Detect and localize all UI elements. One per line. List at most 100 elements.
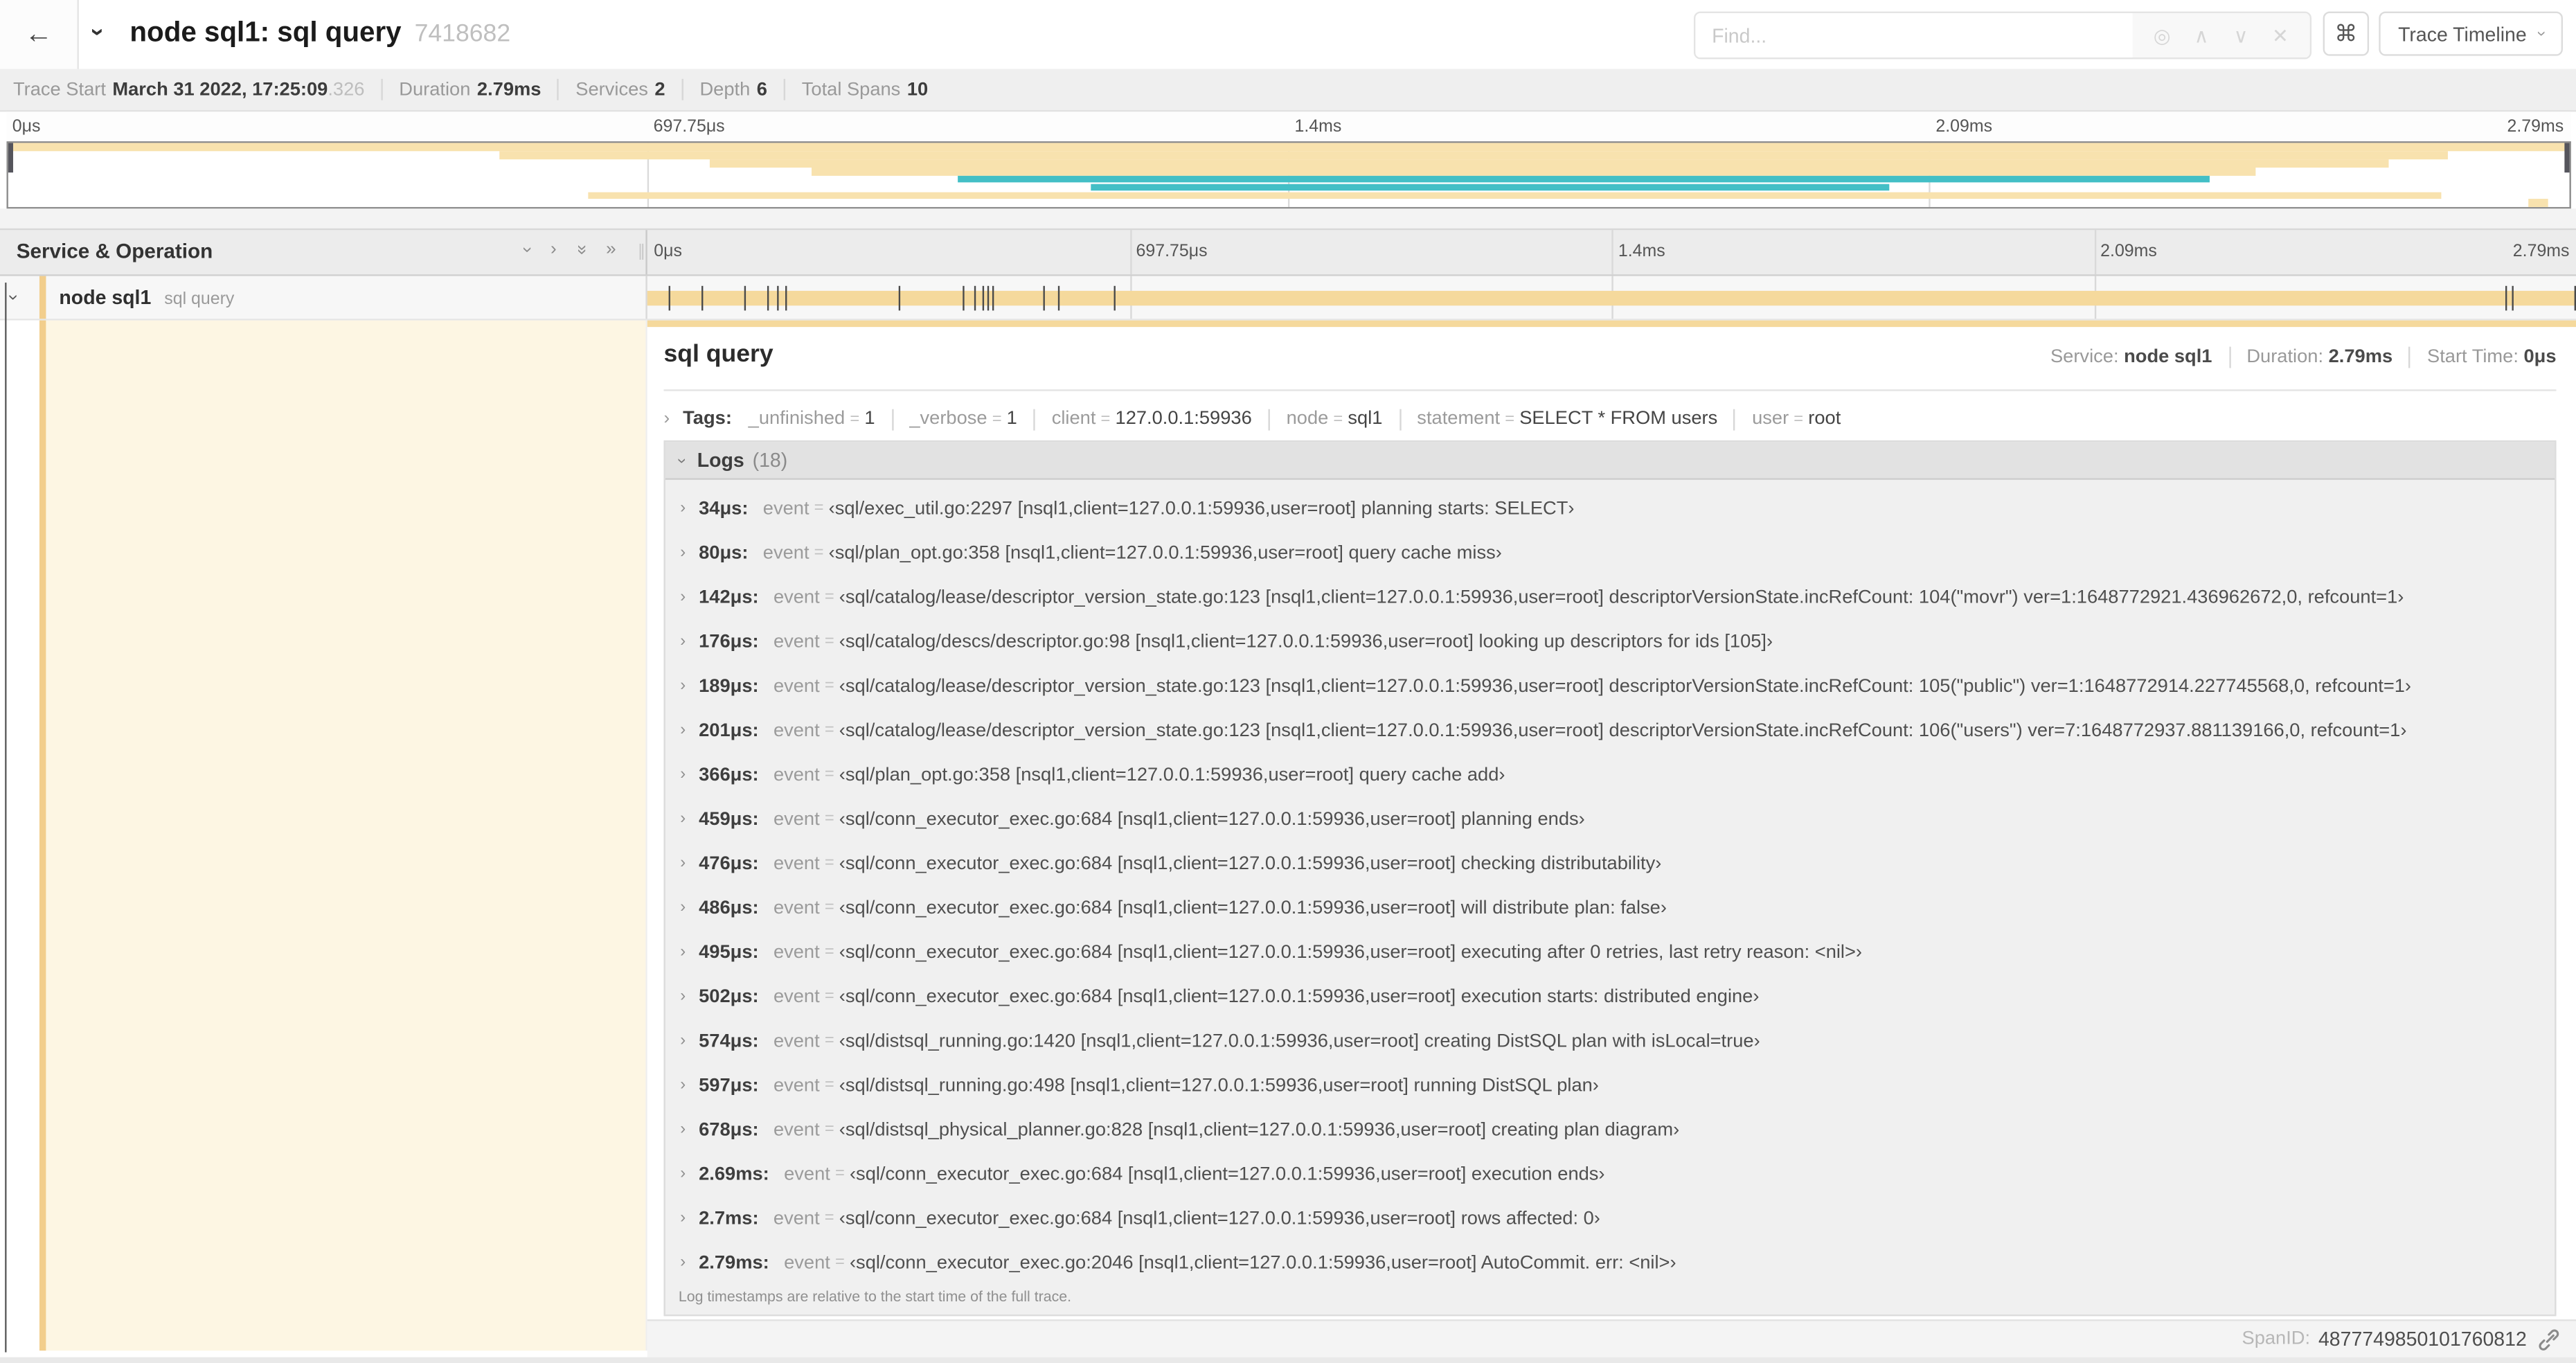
log-row[interactable]: › 34μs: event = ‹sql/exec_util.go:2297 [nsql… (665, 486, 2555, 531)
log-row[interactable]: › 142μs: event = ‹sql/catalog/lease/descript… (665, 575, 2555, 619)
match-target-icon[interactable]: ◎ (2143, 24, 2182, 46)
tick-label: 2.79ms (2507, 116, 2564, 136)
equals-sign: = (824, 943, 834, 961)
span-row-name-cell[interactable]: › node sql1 sql query (0, 275, 647, 319)
equals-sign: = (824, 854, 834, 873)
tag-item[interactable]: node = sql1 (1287, 409, 1383, 429)
detail-meta-value: 0μs (2523, 347, 2557, 368)
list-scrollbar[interactable] (3, 283, 7, 1353)
equals-sign: = (1505, 411, 1515, 429)
log-marker[interactable] (992, 285, 995, 311)
equals-sign: = (824, 765, 834, 784)
keyboard-shortcuts-button[interactable]: ⌘ (2323, 11, 2370, 56)
expand-all-icon[interactable]: » (606, 240, 616, 259)
back-button[interactable]: ← (0, 0, 79, 69)
tick-label: 2.79ms (2512, 241, 2570, 262)
log-marker[interactable] (963, 285, 965, 311)
log-field-value: ‹sql/conn_executor_exec.go:684 [nsql1,cl… (839, 1208, 1600, 1229)
next-match-icon[interactable]: ∨ (2221, 24, 2261, 46)
logs-header[interactable]: › Logs (18) (665, 442, 2555, 480)
log-row[interactable]: › 486μs: event = ‹sql/conn_executor_exec.go:… (665, 886, 2555, 930)
chevron-right-icon: › (680, 1031, 686, 1050)
collapse-trace-icon[interactable]: › (84, 28, 111, 36)
log-marker[interactable] (1114, 285, 1117, 311)
log-marker[interactable] (2505, 285, 2507, 311)
tag-item[interactable]: statement = SELECT * FROM users (1417, 409, 1717, 429)
tag-item[interactable]: user = root (1752, 409, 1841, 429)
column-resizer-handle[interactable]: ∥ (638, 243, 647, 261)
log-row[interactable]: › 597μs: event = ‹sql/distsql_running.go:498… (665, 1063, 2555, 1107)
equals-sign: = (824, 898, 834, 917)
log-row[interactable]: › 2.79ms: event = ‹sql/conn_executor_exec.go… (665, 1240, 2555, 1285)
span-duration-bar[interactable] (647, 290, 2576, 305)
find-input[interactable] (1695, 12, 2133, 58)
log-marker[interactable] (1042, 285, 1045, 311)
log-marker[interactable] (2512, 285, 2514, 311)
log-row[interactable]: › 2.7ms: event = ‹sql/conn_executor_exec.go:… (665, 1196, 2555, 1240)
collapse-all-icon[interactable]: » (571, 244, 591, 255)
log-marker[interactable] (669, 285, 672, 311)
timeline-minimap[interactable] (6, 141, 2570, 208)
log-row[interactable]: › 502μs: event = ‹sql/conn_executor_exec.go:… (665, 974, 2555, 1019)
chevron-right-icon: › (680, 544, 686, 562)
log-marker[interactable] (974, 285, 977, 311)
log-row[interactable]: › 574μs: event = ‹sql/distsql_running.go:142… (665, 1019, 2555, 1063)
log-row[interactable]: › 189μs: event = ‹sql/catalog/lease/descript… (665, 663, 2555, 708)
find-box: ◎∧∨✕ (1693, 11, 2312, 60)
log-row[interactable]: › 201μs: event = ‹sql/catalog/lease/descript… (665, 709, 2555, 753)
log-row[interactable]: › 2.69ms: event = ‹sql/conn_executor_exec.go… (665, 1152, 2555, 1196)
view-selector-label: Trace Timeline (2398, 22, 2527, 46)
span-service-name: node sql1 sql query (59, 285, 235, 308)
log-marker[interactable] (987, 285, 990, 311)
span-row: › node sql1 sql query (0, 275, 2576, 321)
separator (891, 408, 893, 430)
log-row[interactable]: › 678μs: event = ‹sql/distsql_physical_plann… (665, 1107, 2555, 1152)
collapse-level-icon[interactable]: › (518, 247, 537, 253)
log-marker[interactable] (981, 285, 984, 311)
log-row[interactable]: › 495μs: event = ‹sql/conn_executor_exec.go:… (665, 930, 2555, 974)
log-row[interactable]: › 476μs: event = ‹sql/conn_executor_exec.go:… (665, 841, 2555, 886)
tick-label: 0μs (654, 241, 682, 262)
minimap-span (957, 175, 2210, 184)
equals-sign: = (824, 721, 834, 740)
tags-row[interactable]: › Tags: _unfinished = 1 _verbose = 1 client = 12… (663, 401, 2556, 437)
log-timestamp: 2.79ms: (699, 1252, 769, 1273)
tag-item[interactable]: client = 127.0.0.1:59936 (1052, 409, 1252, 429)
span-row-timeline-cell[interactable] (647, 275, 2576, 319)
tag-item[interactable]: _verbose = 1 (909, 409, 1017, 429)
prev-match-icon[interactable]: ∧ (2182, 24, 2221, 46)
log-row[interactable]: › 80μs: event = ‹sql/plan_opt.go:358 [nsql1,… (665, 531, 2555, 575)
span-bar-strip (647, 320, 2576, 328)
log-marker[interactable] (744, 285, 746, 311)
tag-value: root (1808, 409, 1841, 429)
minimap-right-scrubber[interactable] (2564, 143, 2569, 173)
summary-value: 6 (756, 80, 767, 100)
link-icon[interactable] (2538, 1328, 2559, 1350)
log-marker[interactable] (701, 285, 704, 311)
span-detail-left-fill (46, 320, 646, 1351)
expand-level-icon[interactable]: › (551, 240, 557, 259)
log-marker[interactable] (776, 285, 778, 311)
clear-search-icon[interactable]: ✕ (2260, 24, 2300, 46)
log-field-key: event (773, 809, 820, 829)
log-field-key: event (784, 1164, 830, 1184)
span-id-footer: SpanID: 4877749850101760812 (647, 1319, 2576, 1357)
log-marker[interactable] (898, 285, 901, 311)
timeline-gridline (2093, 230, 2096, 274)
log-timestamp: 176μs: (699, 632, 759, 652)
equals-sign: = (814, 544, 824, 562)
chevron-down-icon: › (2532, 30, 2550, 37)
log-marker[interactable] (1058, 285, 1061, 311)
separator (381, 78, 383, 100)
log-row[interactable]: › 459μs: event = ‹sql/conn_executor_exec.go:… (665, 797, 2555, 841)
log-row[interactable]: › 366μs: event = ‹sql/plan_opt.go:358 [nsql1… (665, 753, 2555, 797)
minimap-left-scrubber[interactable] (7, 143, 12, 173)
log-timestamp: 366μs: (699, 765, 759, 785)
tag-item[interactable]: _unfinished = 1 (749, 409, 875, 429)
find-controls: ◎ ∧ ∨ ✕ (2132, 12, 2310, 58)
log-marker[interactable] (785, 285, 787, 311)
log-marker[interactable] (767, 285, 769, 311)
log-row[interactable]: › 176μs: event = ‹sql/catalog/descs/descript… (665, 619, 2555, 663)
view-selector-button[interactable]: Trace Timeline › (2379, 11, 2564, 56)
log-timestamp: 2.69ms: (699, 1164, 769, 1184)
